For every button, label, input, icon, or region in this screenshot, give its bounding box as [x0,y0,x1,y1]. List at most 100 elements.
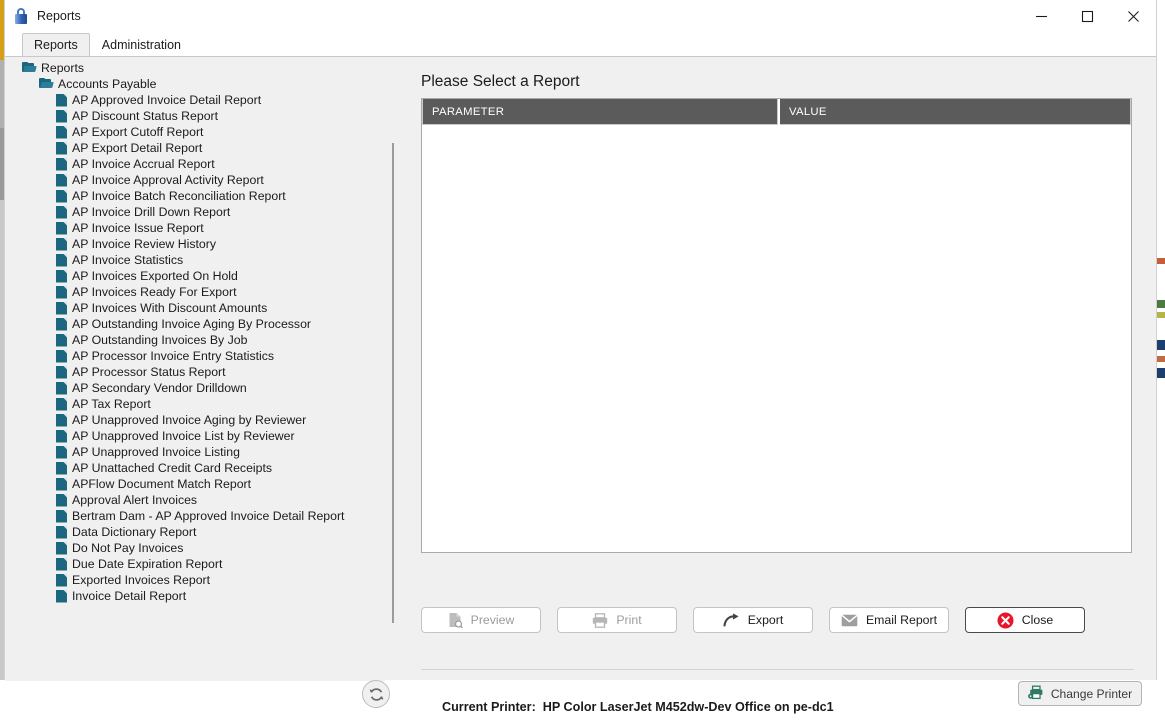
envelope-icon [841,614,858,627]
preview-button-label: Preview [470,613,515,627]
tree-report-row[interactable]: AP Tax Report [5,396,385,412]
tree-folder-row[interactable]: Reports [5,60,385,76]
close-button-label: Close [1021,613,1054,627]
tree-report-row[interactable]: Invoice Detail Report [5,588,385,604]
tree-report-row[interactable]: AP Processor Invoice Entry Statistics [5,348,385,364]
action-button-row: Preview Print Export Email Report Close [421,607,1085,633]
tree-item-label: AP Invoice Approval Activity Report [72,173,264,187]
tree-report-row[interactable]: Approval Alert Invoices [5,492,385,508]
export-button-label: Export [747,613,784,627]
close-button[interactable]: Close [965,607,1085,633]
report-tree-panel[interactable]: Reports Accounts Payable AP Approved Invoi… [5,57,385,681]
file-icon [56,397,67,411]
tree-item-label: AP Tax Report [72,397,151,411]
tree-report-row[interactable]: AP Export Cutoff Report [5,124,385,140]
tree-item-label: Exported Invoices Report [72,573,211,587]
tree-report-row[interactable]: AP Unapproved Invoice List by Reviewer [5,428,385,444]
column-header-parameter[interactable]: PARAMETER [422,99,778,125]
tree-report-row[interactable]: AP Discount Status Report [5,108,385,124]
tree-report-row[interactable]: AP Invoice Issue Report [5,220,385,236]
tree-item-label: Approval Alert Invoices [72,493,198,507]
export-arrow-icon [723,613,740,627]
file-icon [56,173,67,187]
tree-report-row[interactable]: AP Processor Status Report [5,364,385,380]
file-icon [56,429,67,443]
tree-report-row[interactable]: AP Outstanding Invoice Aging By Processo… [5,316,385,332]
file-icon [56,221,67,235]
tree-item-label: AP Outstanding Invoices By Job [72,333,248,347]
folder-icon [22,62,37,74]
panel-right-gutter [1152,90,1156,680]
tree-report-row[interactable]: AP Invoices Ready For Export [5,284,385,300]
email-report-button[interactable]: Email Report [829,607,949,633]
tree-item-label: AP Invoice Issue Report [72,221,204,235]
tree-item-label: Invoice Detail Report [72,589,187,603]
tree-report-row[interactable]: AP Invoice Statistics [5,252,385,268]
parameter-grid[interactable]: PARAMETER VALUE [421,98,1132,553]
folder-icon [39,78,54,90]
file-icon [56,413,67,427]
change-printer-button[interactable]: Change Printer [1018,681,1142,706]
print-button[interactable]: Print [557,607,677,633]
tree-report-row[interactable]: Do Not Pay Invoices [5,540,385,556]
tree-report-row[interactable]: AP Invoice Drill Down Report [5,204,385,220]
window-titlebar: Reports [5,0,1156,32]
close-icon[interactable] [1110,0,1156,32]
file-icon [56,157,67,171]
preview-button[interactable]: Preview [421,607,541,633]
tree-report-row[interactable]: AP Secondary Vendor Drilldown [5,380,385,396]
tree-report-row[interactable]: AP Invoice Review History [5,236,385,252]
tree-report-row[interactable]: AP Approved Invoice Detail Report [5,92,385,108]
tree-item-label: Reports [41,61,85,75]
tree-report-row[interactable]: AP Invoice Batch Reconciliation Report [5,188,385,204]
file-icon [56,189,67,203]
tree-report-row[interactable]: APFlow Document Match Report [5,476,385,492]
page-title: Please Select a Report [421,73,580,90]
tree-item-label: AP Outstanding Invoice Aging By Processo… [72,317,312,331]
file-icon [56,525,67,539]
tree-report-row[interactable]: AP Unattached Credit Card Receipts [5,460,385,476]
file-icon [56,269,67,283]
tree-report-row[interactable]: Data Dictionary Report [5,524,385,540]
tree-report-row[interactable]: AP Invoice Approval Activity Report [5,172,385,188]
change-printer-label: Change Printer [1050,686,1133,701]
tree-item-label: AP Invoice Batch Reconciliation Report [72,189,286,203]
file-icon [56,93,67,107]
reports-window: Reports Reports Administration Reports Ac… [4,0,1157,714]
tree-report-row[interactable]: Bertram Dam - AP Approved Invoice Detail… [5,508,385,524]
tree-item-label: Bertram Dam - AP Approved Invoice Detail… [72,509,345,523]
tab-administration[interactable]: Administration [90,33,193,57]
panel-splitter[interactable] [392,143,394,623]
tree-report-row[interactable]: AP Invoice Accrual Report [5,156,385,172]
file-icon [56,381,67,395]
tab-reports[interactable]: Reports [22,33,90,57]
tree-report-row[interactable]: AP Outstanding Invoices By Job [5,332,385,348]
tree-report-row[interactable]: Due Date Expiration Report [5,556,385,572]
tree-item-label: AP Secondary Vendor Drilldown [72,381,247,395]
close-circle-icon [997,612,1014,629]
tree-report-row[interactable]: Exported Invoices Report [5,572,385,588]
file-icon [56,253,67,267]
tree-folder-row[interactable]: Accounts Payable [5,76,385,92]
export-button[interactable]: Export [693,607,813,633]
background-right-strip [1157,0,1165,680]
email-report-button-label: Email Report [865,613,938,627]
window-body: Reports Accounts Payable AP Approved Invoi… [5,56,1156,714]
tree-item-label: Data Dictionary Report [72,525,197,539]
tree-item-label: AP Unattached Credit Card Receipts [72,461,273,475]
tree-report-row[interactable]: AP Invoices Exported On Hold [5,268,385,284]
window-title: Reports [37,9,81,23]
minimize-icon[interactable] [1018,0,1064,32]
refresh-icon[interactable] [362,680,390,708]
tree-report-row[interactable]: AP Unapproved Invoice Listing [5,444,385,460]
tree-report-row[interactable]: AP Export Detail Report [5,140,385,156]
column-header-value[interactable]: VALUE [780,99,1131,125]
file-icon [56,349,67,363]
file-icon [56,589,67,603]
maximize-icon[interactable] [1064,0,1110,32]
tree-report-row[interactable]: AP Unapproved Invoice Aging by Reviewer [5,412,385,428]
print-button-label: Print [616,613,642,627]
tree-report-row[interactable]: AP Invoices With Discount Amounts [5,300,385,316]
printer-icon [592,612,608,628]
tree-item-label: AP Processor Invoice Entry Statistics [72,349,275,363]
